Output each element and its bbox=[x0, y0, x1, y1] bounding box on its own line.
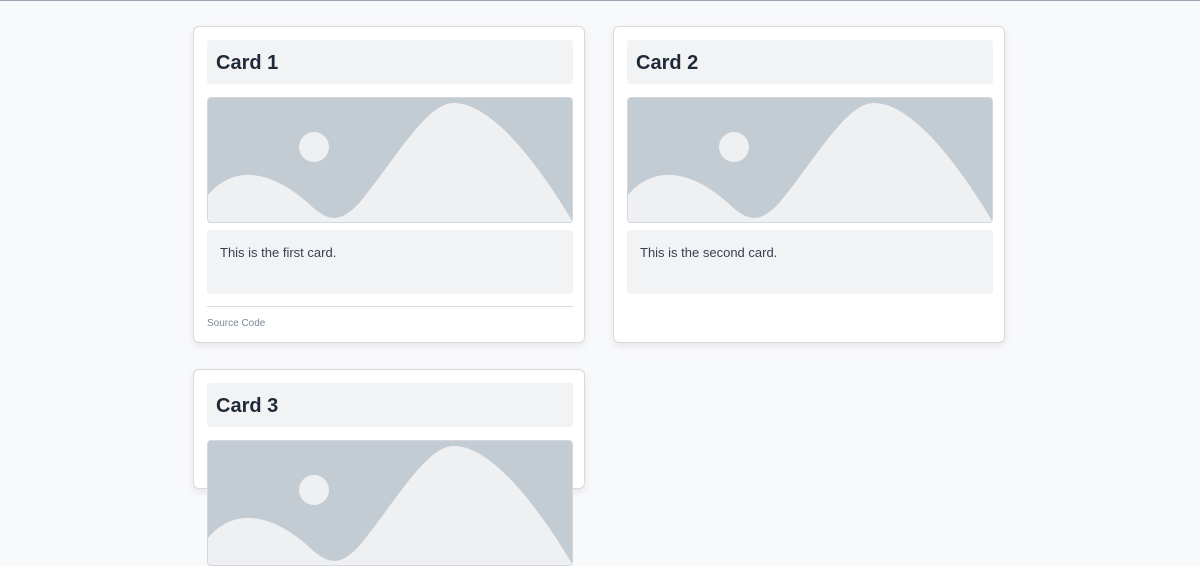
card-title: Card 1 bbox=[216, 52, 279, 74]
card-body: This is the first card. bbox=[207, 230, 573, 294]
card-divider bbox=[207, 306, 573, 307]
card-body: This is the second card. bbox=[627, 230, 993, 294]
image-placeholder-icon bbox=[627, 97, 993, 223]
card-3: Card 3 bbox=[193, 369, 585, 566]
card-title: Card 2 bbox=[636, 52, 699, 74]
card-text: This is the first card. bbox=[220, 245, 337, 260]
card-header: Card 2 bbox=[627, 40, 993, 84]
card-text: This is the second card. bbox=[640, 245, 778, 260]
source-code-link[interactable]: Source Code bbox=[207, 318, 265, 330]
card-header: Card 3 bbox=[207, 383, 573, 427]
card-title: Card 3 bbox=[216, 395, 279, 417]
image-placeholder-icon bbox=[207, 97, 573, 223]
card-header: Card 1 bbox=[207, 40, 573, 84]
card-1: Card 1 This is the first card. Source Co… bbox=[193, 26, 585, 343]
card-2: Card 2 This is the second card. bbox=[613, 26, 1005, 343]
top-divider bbox=[0, 0, 1200, 1]
image-placeholder-icon bbox=[207, 440, 573, 566]
